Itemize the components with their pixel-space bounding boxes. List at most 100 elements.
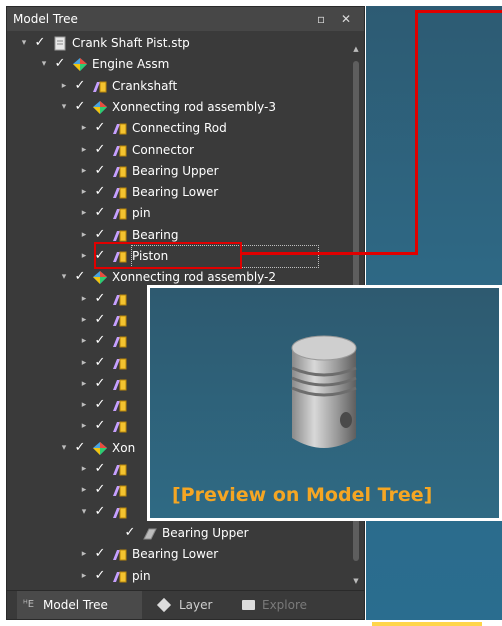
collapse-icon[interactable]: ▾ bbox=[59, 97, 69, 118]
tree-item[interactable]: ▾ ✓ Xonnecting rod assembly-3 bbox=[7, 97, 347, 118]
visibility-checkbox[interactable]: ✓ bbox=[93, 504, 107, 519]
restore-icon[interactable]: ▫ bbox=[317, 7, 325, 31]
tree-item[interactable]: ▸ ✓ pin bbox=[7, 203, 347, 224]
expand-icon[interactable]: ▸ bbox=[79, 395, 89, 416]
visibility-checkbox[interactable]: ✓ bbox=[93, 206, 107, 220]
collapse-icon[interactable]: ▾ bbox=[59, 438, 69, 459]
visibility-checkbox[interactable]: ✓ bbox=[93, 227, 107, 242]
assembly-icon bbox=[93, 271, 107, 285]
expand-icon[interactable]: ▸ bbox=[79, 331, 89, 352]
visibility-checkbox[interactable]: ✓ bbox=[93, 462, 107, 476]
scroll-down-icon[interactable]: ▼ bbox=[352, 577, 360, 585]
part-icon bbox=[113, 358, 127, 369]
tree-item[interactable]: ▸ ✓ Bearing Lower bbox=[7, 544, 347, 565]
visibility-checkbox[interactable]: ✓ bbox=[93, 355, 107, 370]
tree-item-label: Bearing Upper bbox=[132, 163, 219, 178]
expand-icon[interactable]: ▸ bbox=[79, 289, 89, 310]
tree-item[interactable]: ▸ ✓ pin bbox=[7, 566, 347, 587]
tree-item[interactable]: ▾ ✓ Crank Shaft Pist.stp bbox=[7, 33, 347, 54]
tree-item-label: Crankshaft bbox=[112, 78, 178, 93]
body-icon bbox=[143, 528, 157, 540]
preview-popup: [Preview on Model Tree] bbox=[147, 285, 502, 521]
visibility-checkbox[interactable]: ✓ bbox=[73, 440, 87, 455]
tree-item[interactable]: ▸ ✓ Connecting Rod bbox=[7, 118, 347, 139]
part-icon bbox=[113, 123, 127, 135]
tree-item-label: pin bbox=[132, 206, 151, 221]
tree-item[interactable]: ▾ ✓ Engine Assm bbox=[7, 54, 347, 75]
expand-icon[interactable]: ▸ bbox=[79, 182, 89, 203]
panel-header: Model Tree ▫ ✕ bbox=[7, 7, 364, 31]
expand-icon[interactable]: ▸ bbox=[79, 310, 89, 331]
close-icon[interactable]: ✕ bbox=[341, 7, 351, 31]
tree-item-label: Bearing Lower bbox=[132, 547, 219, 562]
expand-icon[interactable]: ▸ bbox=[79, 225, 89, 246]
part-icon bbox=[113, 485, 127, 497]
visibility-checkbox[interactable]: ✓ bbox=[33, 36, 47, 50]
tab-label: Model Tree bbox=[43, 598, 108, 612]
expand-icon[interactable]: ▸ bbox=[79, 374, 89, 395]
part-icon bbox=[113, 294, 127, 306]
assembly-icon bbox=[73, 58, 87, 72]
expand-icon[interactable]: ▸ bbox=[79, 459, 89, 480]
expand-icon[interactable]: ▸ bbox=[79, 480, 89, 501]
visibility-checkbox[interactable]: ✓ bbox=[93, 398, 107, 412]
collapse-icon[interactable]: ▾ bbox=[39, 54, 49, 75]
visibility-checkbox[interactable]: ✓ bbox=[53, 57, 67, 71]
collapse-icon[interactable]: ▾ bbox=[19, 33, 29, 54]
visibility-checkbox[interactable]: ✓ bbox=[73, 78, 87, 93]
highlight-connector-h bbox=[240, 252, 418, 255]
visibility-checkbox[interactable]: ✓ bbox=[93, 483, 107, 497]
expand-icon[interactable]: ▸ bbox=[79, 566, 89, 587]
collapse-icon[interactable]: ▾ bbox=[59, 267, 69, 288]
visibility-checkbox[interactable]: ✓ bbox=[93, 547, 107, 561]
expand-icon[interactable]: ▸ bbox=[79, 353, 89, 374]
highlight-connector-top bbox=[415, 10, 502, 13]
expand-icon[interactable]: ▸ bbox=[79, 416, 89, 437]
layer-icon bbox=[156, 597, 172, 613]
tab-layer[interactable]: Layer bbox=[149, 591, 234, 619]
tree-item[interactable]: ▸ ✓ Crankshaft bbox=[7, 76, 347, 97]
part-icon bbox=[113, 379, 127, 391]
scroll-up-icon[interactable]: ▲ bbox=[352, 45, 360, 53]
tree-item-label: Connecting Rod bbox=[132, 121, 227, 136]
folder-icon bbox=[242, 600, 255, 610]
visibility-checkbox[interactable]: ✓ bbox=[93, 419, 107, 433]
expand-icon[interactable]: ▸ bbox=[79, 161, 89, 182]
expand-icon[interactable]: ▸ bbox=[59, 76, 69, 97]
expand-icon[interactable]: ▸ bbox=[79, 544, 89, 565]
expand-icon[interactable]: ▸ bbox=[79, 140, 89, 161]
visibility-checkbox[interactable]: ✓ bbox=[93, 334, 107, 348]
visibility-checkbox[interactable]: ✓ bbox=[93, 568, 107, 583]
expand-icon[interactable]: ▸ bbox=[79, 246, 89, 267]
tree-item[interactable]: ▸ ✓ Connector bbox=[7, 140, 347, 161]
visibility-checkbox[interactable]: ✓ bbox=[123, 525, 137, 540]
tree-item[interactable]: ▸ ✓ Bearing Upper bbox=[7, 161, 347, 182]
visibility-checkbox[interactable]: ✓ bbox=[93, 142, 107, 157]
preview-caption: [Preview on Model Tree] bbox=[172, 484, 433, 506]
visibility-checkbox[interactable]: ✓ bbox=[73, 270, 87, 284]
visibility-checkbox[interactable]: ✓ bbox=[93, 163, 107, 178]
visibility-checkbox[interactable]: ✓ bbox=[73, 99, 87, 114]
part-icon bbox=[113, 421, 127, 433]
part-icon bbox=[113, 145, 127, 156]
visibility-checkbox[interactable]: ✓ bbox=[93, 312, 107, 327]
tree-item-label: pin bbox=[132, 568, 151, 583]
expand-icon[interactable]: ▸ bbox=[79, 118, 89, 139]
visibility-checkbox[interactable]: ✓ bbox=[93, 185, 107, 199]
part-icon bbox=[113, 166, 127, 178]
tree-item-label: Bearing Lower bbox=[132, 185, 219, 200]
tree-item[interactable]: ✓ Bearing Upper bbox=[7, 523, 347, 544]
tree-item-label: Bearing Upper bbox=[162, 525, 249, 540]
visibility-checkbox[interactable]: ✓ bbox=[93, 376, 107, 391]
tree-item[interactable]: ▸ ✓ Bearing Lower bbox=[7, 182, 347, 203]
tab-model-tree[interactable]: ᴴE Model Tree bbox=[17, 591, 142, 619]
part-icon bbox=[113, 549, 127, 561]
tab-explore[interactable]: Explore bbox=[232, 591, 332, 619]
expand-icon[interactable]: ▸ bbox=[79, 203, 89, 224]
collapse-icon[interactable]: ▾ bbox=[79, 502, 89, 523]
highlight-piston-box bbox=[94, 242, 242, 269]
part-icon bbox=[93, 81, 107, 93]
visibility-checkbox[interactable]: ✓ bbox=[93, 291, 107, 306]
visibility-checkbox[interactable]: ✓ bbox=[93, 121, 107, 135]
part-icon bbox=[113, 400, 127, 412]
